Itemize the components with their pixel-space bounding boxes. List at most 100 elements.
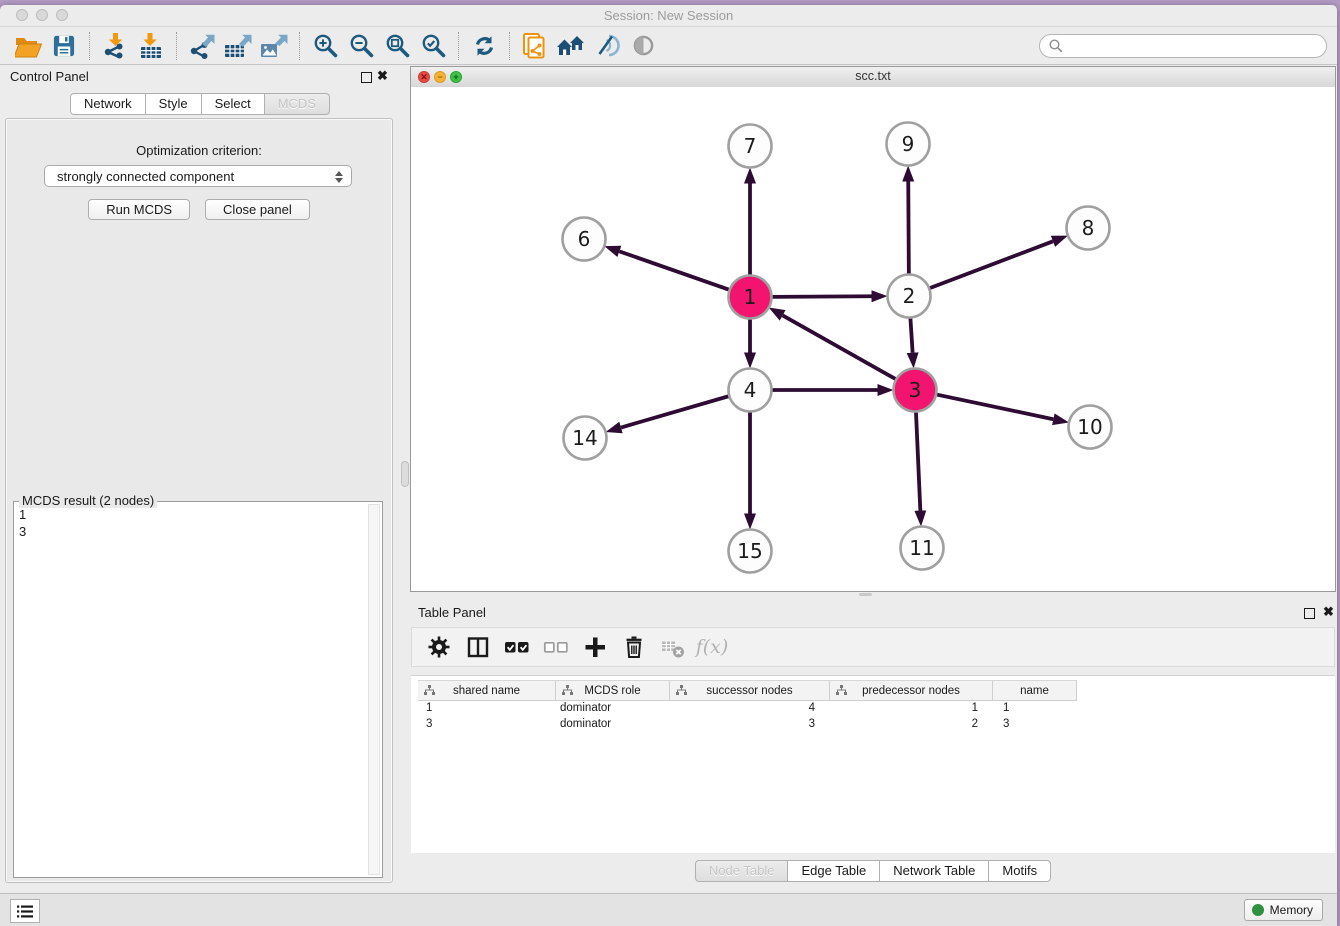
horizontal-splitter-handle[interactable] [859,593,872,596]
search-field[interactable] [1039,34,1327,58]
home-houses-icon[interactable] [553,31,589,61]
table-cell[interactable]: dominator [556,702,670,714]
table-cell[interactable]: 1 [418,702,556,714]
graph-edge-3-11[interactable] [916,411,920,510]
tab-node-table[interactable]: Node Table [695,860,789,882]
table-row[interactable]: 1dominator411 [418,700,1077,716]
import-network-icon[interactable] [97,31,133,61]
close-panel-button[interactable]: Close panel [205,199,310,220]
graph-node-9[interactable]: 9 [887,123,930,166]
table-cell[interactable]: 4 [670,702,830,714]
table-cell[interactable]: 3 [993,718,1077,730]
network-canvas[interactable]: 7 9 6 8 1 2 4 3 14 10 15 11 [411,87,1335,591]
graph-node-15[interactable]: 15 [729,530,772,573]
search-icon [1049,39,1063,53]
tab-motifs[interactable]: Motifs [988,860,1051,882]
graph-node-4[interactable]: 4 [729,369,772,412]
refresh-icon[interactable] [466,31,502,61]
tab-network[interactable]: Network [70,93,146,115]
table-row[interactable]: 3dominator323 [418,716,1077,732]
search-input[interactable] [1068,38,1326,55]
delete-icon[interactable] [619,633,649,661]
graph-node-7[interactable]: 7 [729,125,772,168]
graph-node-1[interactable]: 1 [729,276,772,319]
close-panel-icon[interactable]: ✖ [377,68,388,84]
export-image-icon[interactable] [256,31,292,61]
column-header-shared-name[interactable]: shared name [418,681,556,700]
graph-edge-1-6[interactable] [619,251,729,290]
graph-node-3[interactable]: 3 [894,369,937,412]
table-rows: 1dominator4113dominator323 [418,700,1077,732]
zoom-fit-icon[interactable] [379,31,415,61]
graph-node-11[interactable]: 11 [901,527,944,570]
tab-style[interactable]: Style [145,93,202,115]
mcds-result-text[interactable]: 1 3 [19,506,26,540]
save-icon[interactable] [46,31,82,61]
toolbar-separator [89,32,90,60]
delete-column-icon[interactable] [658,633,688,661]
zoom-selected-icon[interactable] [415,31,451,61]
desktop: Session: New Session [0,0,1340,926]
graph-edge-2-8[interactable] [929,241,1053,288]
toolbar-separator [509,32,510,60]
gear-icon[interactable] [424,633,454,661]
main-window: Session: New Session [0,5,1337,926]
table-cell[interactable]: 3 [418,718,556,730]
tab-select[interactable]: Select [201,93,265,115]
graph-node-2[interactable]: 2 [888,275,931,318]
import-table-icon[interactable] [133,31,169,61]
graphics-details-icon[interactable] [589,31,625,61]
new-network-from-selection-icon[interactable] [517,31,553,61]
column-header-predecessor-nodes[interactable]: predecessor nodes [830,681,993,700]
zoom-out-icon[interactable] [343,31,379,61]
function-builder-icon[interactable]: f(x) [697,633,727,661]
criterion-select[interactable]: strongly connected component [44,165,352,187]
graph-node-6[interactable]: 6 [563,218,606,261]
task-history-button[interactable] [10,899,40,923]
deselect-all-icon[interactable] [541,633,571,661]
export-table-icon[interactable] [220,31,256,61]
graph-node-10[interactable]: 10 [1069,406,1112,449]
graph-node-8[interactable]: 8 [1067,207,1110,250]
mcds-panel: Optimization criterion: strongly connect… [5,118,393,883]
tab-network-table[interactable]: Network Table [879,860,989,882]
zoom-in-icon[interactable] [307,31,343,61]
birds-eye-icon[interactable] [625,31,661,61]
tab-mcds[interactable]: MCDS [264,93,330,115]
table-cell[interactable]: dominator [556,718,670,730]
select-stepper-icon [333,169,345,185]
column-header-MCDS-role[interactable]: MCDS role [556,681,670,700]
graph-edge-3-1[interactable] [783,315,897,379]
float-table-panel-icon[interactable] [1304,608,1315,619]
export-network-icon[interactable] [184,31,220,61]
tab-edge-table[interactable]: Edge Table [787,860,880,882]
close-table-panel-icon[interactable]: ✖ [1323,604,1334,620]
splitter-handle[interactable] [401,461,409,487]
table-cell[interactable]: 1 [830,702,993,714]
memory-button[interactable]: Memory [1244,899,1323,921]
table-toolbar: f(x) [411,627,1335,667]
column-header-name[interactable]: name [993,681,1077,700]
table-header-row: shared nameMCDS rolesuccessor nodesprede… [418,680,1077,701]
vertical-splitter[interactable] [400,63,410,893]
criterion-value: strongly connected component [57,169,234,184]
graph-node-14[interactable]: 14 [564,417,607,460]
result-scrollbar[interactable] [368,504,380,875]
graph-edge-3-10[interactable] [936,394,1053,419]
graph-edge-4-14[interactable] [621,396,729,428]
network-graph[interactable]: 7 9 6 8 1 2 4 3 14 10 15 11 [411,87,1335,591]
column-header-successor-nodes[interactable]: successor nodes [670,681,830,700]
select-all-icon[interactable] [502,633,532,661]
control-panel-tabs: NetworkStyleSelectMCDS [0,93,400,115]
float-panel-icon[interactable] [361,72,372,83]
open-folder-icon[interactable] [10,31,46,61]
graph-edge-2-9[interactable] [908,181,909,274]
table-cell[interactable]: 3 [670,718,830,730]
run-mcds-button[interactable]: Run MCDS [88,199,190,220]
table-cell[interactable]: 1 [993,702,1077,714]
graph-edge-1-2[interactable] [771,296,871,297]
table-cell[interactable]: 2 [830,718,993,730]
graph-edge-2-3[interactable] [910,317,912,352]
add-icon[interactable] [580,633,610,661]
columns-icon[interactable] [463,633,493,661]
